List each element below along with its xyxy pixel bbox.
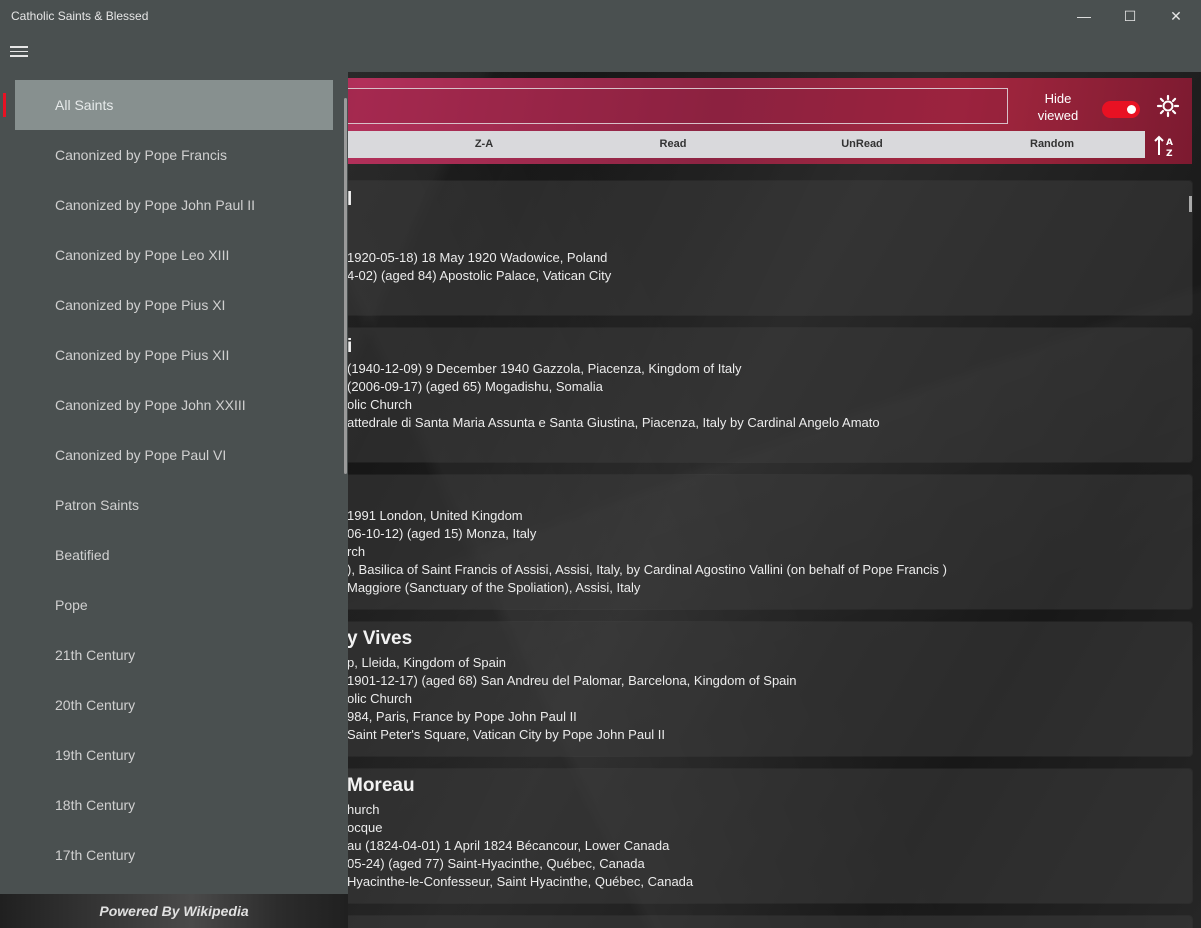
hide-viewed-label: Hide viewed: [1037, 91, 1079, 123]
saint-name: Moreau: [347, 775, 415, 796]
saint-detail: 1920-05-18) 18 May 1920 Wadowice, Poland: [347, 250, 608, 265]
gear-icon[interactable]: [1156, 94, 1180, 118]
sort-az-icon[interactable]: A Z: [1153, 134, 1177, 158]
saint-detail: rch: [347, 544, 366, 559]
saint-detail: 1991 London, United Kingdom: [347, 508, 523, 523]
nav-item-20th-century[interactable]: 20th Century: [15, 680, 333, 730]
nav-item-21th-century[interactable]: 21th Century: [15, 630, 333, 680]
svg-text:A: A: [1166, 138, 1173, 148]
saint-detail: 984, Paris, France by Pope John Paul II: [347, 709, 577, 724]
nav-item-canonized-pius-xi[interactable]: Canonized by Pope Pius XI: [15, 280, 333, 330]
nav-item-canonized-john-xxiii[interactable]: Canonized by Pope John XXIII: [15, 380, 333, 430]
saint-detail: hurch: [347, 802, 380, 817]
sort-random-button[interactable]: Random: [992, 131, 1112, 158]
nav-item-beatified[interactable]: Beatified: [15, 530, 333, 580]
nav-item-canonized-paul-vi[interactable]: Canonized by Pope Paul VI: [15, 430, 333, 480]
saint-detail: Hyacinthe-le-Confesseur, Saint Hyacinthe…: [347, 874, 694, 889]
saint-detail: Maggiore (Sanctuary of the Spoliation), …: [347, 580, 641, 595]
saint-detail: Saint Peter's Square, Vatican City by Po…: [347, 727, 666, 742]
nav-item-all-saints[interactable]: All Saints: [15, 80, 333, 130]
saint-detail: 1901-12-17) (aged 68) San Andreu del Pal…: [347, 673, 797, 688]
content-scrollbar[interactable]: [1189, 196, 1192, 212]
saint-detail: 4-02) (aged 84) Apostolic Palace, Vatica…: [347, 268, 612, 283]
saint-detail: olic Church: [347, 397, 413, 412]
saint-detail: 06-10-12) (aged 15) Monza, Italy: [347, 526, 537, 541]
saint-detail: ocque: [347, 820, 383, 835]
app-title: Catholic Saints & Blessed: [11, 9, 149, 23]
saint-name: y Vives: [347, 628, 413, 649]
saint-detail: ), Basilica of Saint Francis of Assisi, …: [347, 562, 947, 577]
navigation-drawer: All Saints Canonized by Pope Francis Can…: [0, 72, 348, 928]
sort-read-button[interactable]: Read: [613, 131, 733, 158]
sort-unread-button[interactable]: UnRead: [802, 131, 922, 158]
saint-detail: (1940-12-09) 9 December 1940 Gazzola, Pi…: [347, 361, 742, 376]
title-bar: Catholic Saints & Blessed — ☐ ✕: [0, 0, 1201, 32]
nav-item-17th-century[interactable]: 17th Century: [15, 830, 333, 880]
nav-item-canonized-john-paul-ii[interactable]: Canonized by Pope John Paul II: [15, 180, 333, 230]
saint-detail: attedrale di Santa Maria Assunta e Santa…: [347, 415, 880, 430]
sort-za-button[interactable]: Z-A: [424, 131, 544, 158]
svg-text:Z: Z: [1166, 149, 1173, 158]
saint-detail: 05-24) (aged 77) Saint-Hyacinthe, Québec…: [347, 856, 645, 871]
selection-indicator: [3, 93, 6, 117]
hide-viewed-toggle[interactable]: [1102, 101, 1140, 118]
nav-item-19th-century[interactable]: 19th Century: [15, 730, 333, 780]
saint-detail: p, Lleida, Kingdom of Spain: [347, 655, 506, 670]
minimize-button[interactable]: —: [1061, 0, 1107, 32]
toggle-knob: [1127, 105, 1136, 114]
powered-by-footer: Powered By Wikipedia: [0, 894, 348, 928]
close-button[interactable]: ✕: [1153, 0, 1199, 32]
nav-item-patron-saints[interactable]: Patron Saints: [15, 480, 333, 530]
hamburger-menu-icon[interactable]: [10, 46, 28, 58]
maximize-button[interactable]: ☐: [1107, 0, 1153, 32]
nav-item-canonized-francis[interactable]: Canonized by Pope Francis: [15, 130, 333, 180]
saint-detail: au (1824-04-01) 1 April 1824 Bécancour, …: [347, 838, 670, 853]
nav-item-18th-century[interactable]: 18th Century: [15, 780, 333, 830]
saint-detail: (2006-09-17) (aged 65) Mogadishu, Somali…: [347, 379, 603, 394]
nav-item-pope[interactable]: Pope: [15, 580, 333, 630]
nav-item-canonized-pius-xii[interactable]: Canonized by Pope Pius XII: [15, 330, 333, 380]
saint-detail: olic Church: [347, 691, 413, 706]
drawer-scrollbar[interactable]: [344, 98, 347, 474]
nav-item-canonized-leo-xiii[interactable]: Canonized by Pope Leo XIII: [15, 230, 333, 280]
